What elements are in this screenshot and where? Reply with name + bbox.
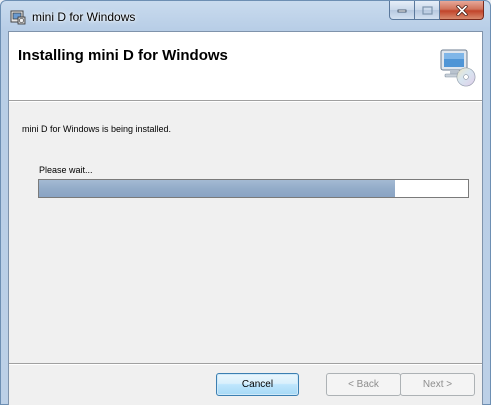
- install-status-text: mini D for Windows is being installed.: [22, 124, 172, 134]
- install-progress-bar: [38, 179, 469, 198]
- cancel-button[interactable]: Cancel: [216, 373, 299, 396]
- progress-fill: [39, 180, 395, 197]
- minimize-button[interactable]: [389, 1, 415, 20]
- button-area-divider: [9, 363, 482, 364]
- back-button[interactable]: < Back: [326, 373, 401, 396]
- next-button[interactable]: Next >: [400, 373, 475, 396]
- close-button[interactable]: [440, 1, 484, 20]
- minimize-icon: [397, 9, 407, 13]
- caption-buttons: [389, 1, 484, 21]
- header-banner: Installing mini D for Windows: [9, 32, 482, 101]
- installer-app-icon: [10, 10, 26, 25]
- maximize-icon: [421, 5, 433, 15]
- title-bar[interactable]: mini D for Windows: [1, 1, 490, 31]
- maximize-button[interactable]: [415, 1, 440, 20]
- banner-divider: [9, 101, 482, 102]
- please-wait-label: Please wait...: [39, 165, 93, 175]
- close-icon: [455, 4, 468, 16]
- computer-install-icon: [440, 49, 476, 87]
- window-title: mini D for Windows: [32, 10, 136, 24]
- page-title: Installing mini D for Windows: [18, 47, 228, 64]
- installer-window: mini D for Windows Installing mini D for…: [0, 0, 491, 405]
- dialog-client-area: Installing mini D for Windows mini D for…: [8, 31, 483, 405]
